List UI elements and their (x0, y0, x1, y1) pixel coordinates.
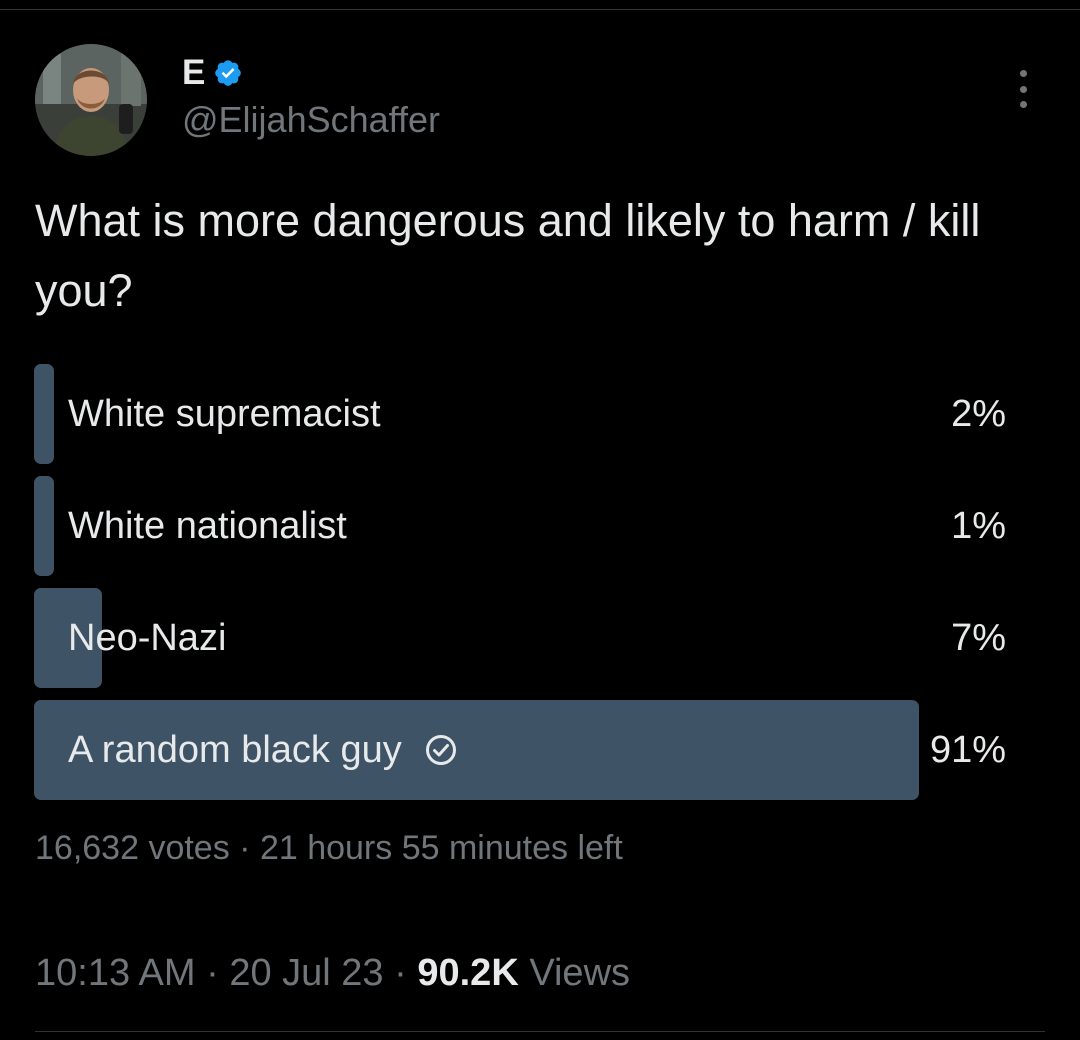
poll-meta: 16,632 votes · 21 hours 55 minutes left (35, 826, 623, 870)
check-circle-icon (424, 733, 458, 767)
more-dots-icon[interactable] (1006, 66, 1040, 112)
author-handle[interactable]: @ElijahSchaffer (182, 98, 440, 142)
poll-option-percent: 7% (951, 617, 1006, 659)
poll-bar (34, 364, 54, 464)
timestamp-separator: · (394, 952, 407, 994)
verified-badge-icon (213, 58, 243, 88)
views-count[interactable]: 90.2K (417, 952, 518, 994)
bottom-divider (35, 1031, 1045, 1032)
poll-time-left: 21 hours 55 minutes left (259, 829, 623, 867)
poll-option-percent: 2% (951, 393, 1006, 435)
poll-votes[interactable]: 16,632 votes (35, 829, 230, 867)
timestamp-separator: · (206, 952, 219, 994)
more-dot (1019, 85, 1027, 93)
poll-option-percent: 91% (929, 729, 1006, 771)
poll-option-label: White nationalist (68, 505, 347, 547)
poll-option-label: A random black guy (68, 729, 402, 771)
tweet-text: What is more dangerous and likely to har… (35, 195, 981, 316)
poll-option[interactable]: White supremacist 2% (34, 364, 1006, 464)
poll-option-percent: 1% (951, 505, 1006, 547)
author-display-name[interactable]: E (182, 52, 205, 94)
views-label: Views (529, 952, 631, 994)
poll-option-selected[interactable]: A random black guy 91% (34, 700, 1006, 800)
tweet-timestamp-row: 10:13 AM · 20 Jul 23 · 90.2K Views (35, 948, 630, 998)
poll-bar (34, 476, 54, 576)
poll-meta-separator: · (239, 829, 251, 867)
author-name-row[interactable]: E (182, 52, 243, 94)
poll-option[interactable]: White nationalist 1% (34, 476, 1006, 576)
avatar-image (35, 44, 147, 156)
more-dot (1019, 101, 1027, 108)
poll-option-label: Neo-Nazi (68, 617, 227, 659)
tweet-time[interactable]: 10:13 AM (35, 952, 196, 994)
poll-option-label: White supremacist (68, 393, 381, 435)
top-divider (0, 9, 1080, 10)
more-dot (1019, 70, 1027, 77)
poll-option[interactable]: Neo-Nazi 7% (34, 588, 1006, 688)
tweet-date[interactable]: 20 Jul 23 (229, 952, 383, 994)
avatar[interactable] (35, 44, 147, 156)
